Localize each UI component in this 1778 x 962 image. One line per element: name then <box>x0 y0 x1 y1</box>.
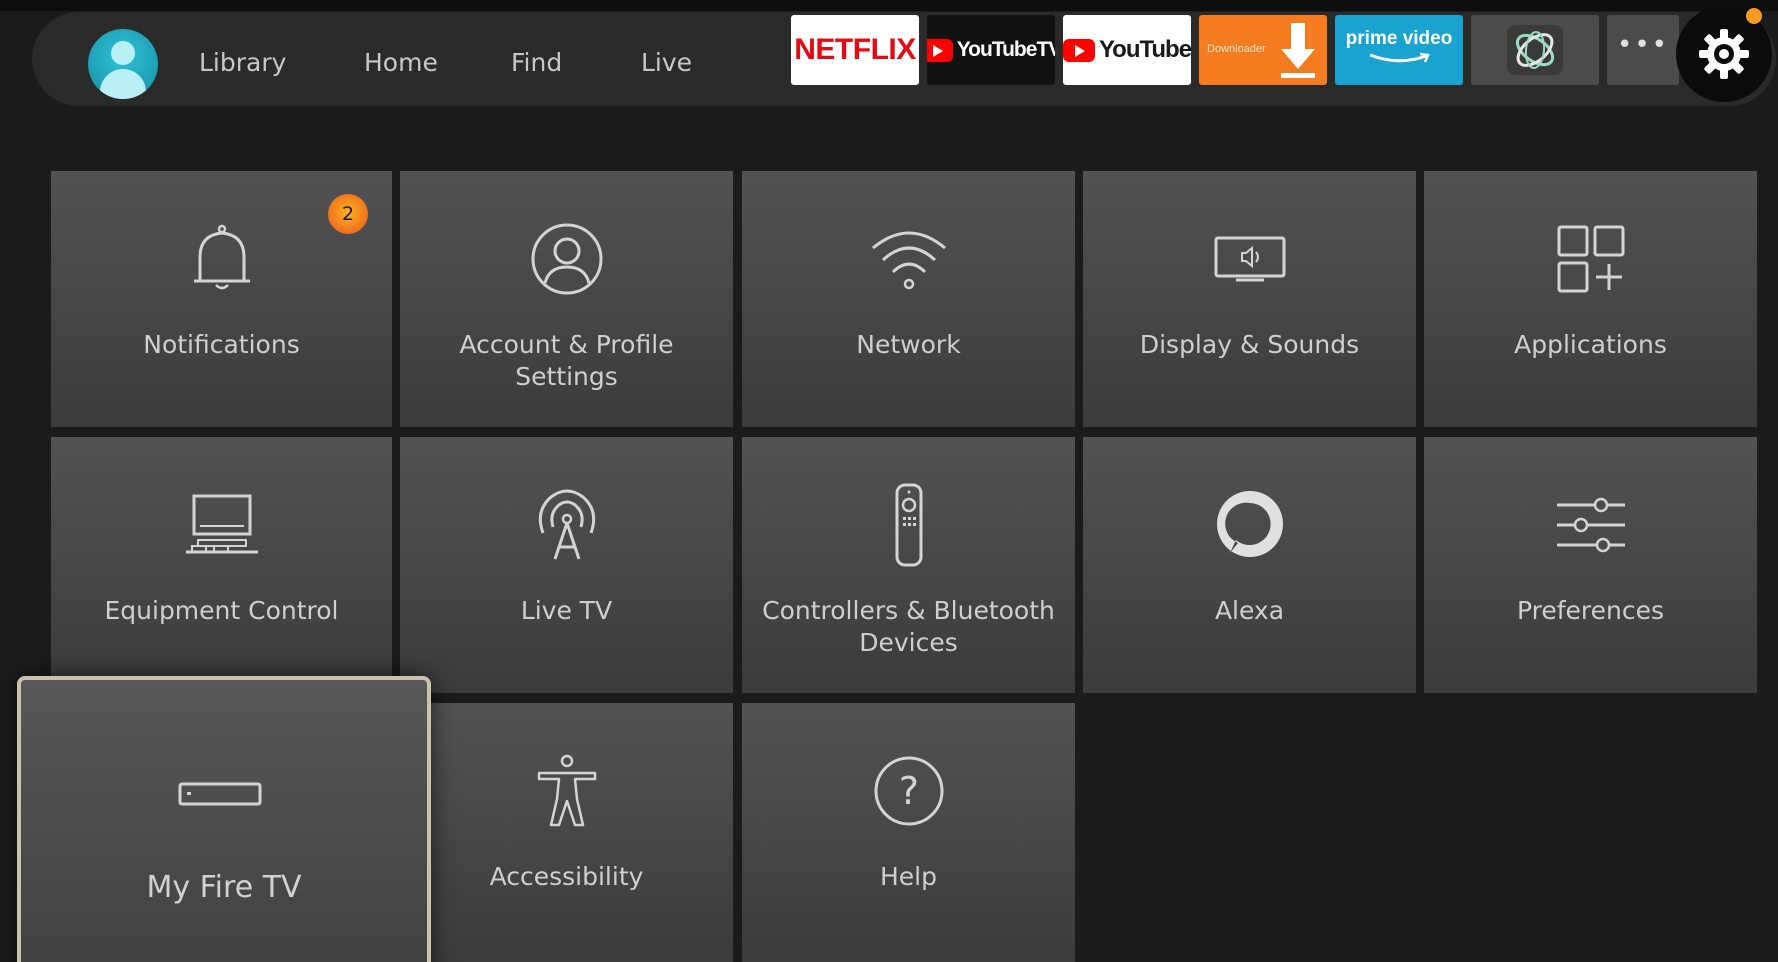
youtube-app-tile[interactable]: YouTube <box>1063 15 1191 85</box>
tile-label: My Fire TV <box>146 870 302 905</box>
alexa-ring-icon <box>1216 491 1283 557</box>
tile-label: Live TV <box>520 596 613 625</box>
more-icon: ••• <box>1616 30 1669 60</box>
tile-label: Network <box>856 330 961 359</box>
tile-help[interactable]: ? Help <box>742 703 1075 962</box>
tile-applications[interactable]: Applications <box>1424 171 1757 427</box>
nav-live[interactable]: Live <box>641 46 692 80</box>
tile-preferences[interactable]: Preferences <box>1424 437 1757 693</box>
applications-grid-icon <box>1557 225 1624 293</box>
prime-video-logo-text: prime video <box>1345 28 1453 49</box>
tv-speaker-icon <box>1214 236 1285 282</box>
tile-label: Alexa <box>1214 596 1285 625</box>
netflix-app-tile[interactable]: NETFLIX <box>791 15 919 85</box>
fire-tv-stick-icon <box>178 782 262 806</box>
user-profile-icon <box>531 223 602 295</box>
tile-equipment-control[interactable]: Equipment Control <box>51 437 392 693</box>
tile-my-fire-tv[interactable]: My Fire TV <box>17 676 431 962</box>
tile-controllers-bluetooth[interactable]: Controllers & Bluetooth Devices <box>742 437 1075 693</box>
tile-live-tv[interactable]: Live TV <box>400 437 733 693</box>
tile-label: Applications <box>1514 330 1667 359</box>
bell-icon <box>193 224 250 290</box>
tile-display-sounds[interactable]: Display & Sounds <box>1083 171 1416 427</box>
nav-library[interactable]: Library <box>199 46 286 80</box>
netflix-logo-text: NETFLIX <box>794 33 916 66</box>
profile-avatar-icon[interactable] <box>88 29 158 99</box>
knot-app-icon <box>1507 25 1563 75</box>
tile-label: Account & Profile Settings <box>459 330 674 391</box>
tile-label: Controllers & Bluetooth Devices <box>762 596 1055 657</box>
wifi-icon <box>871 231 946 290</box>
youtube-tv-logo-text: YouTubeTV <box>956 38 1055 61</box>
gear-icon <box>1699 29 1749 79</box>
tile-alexa[interactable]: Alexa <box>1083 437 1416 693</box>
notification-count-badge: 2 <box>328 194 368 234</box>
tile-label: Preferences <box>1516 596 1665 625</box>
tile-label: Notifications <box>143 330 300 359</box>
settings-alert-dot <box>1746 8 1762 24</box>
nav-home[interactable]: Home <box>364 46 438 80</box>
top-edge <box>0 0 1778 11</box>
prime-video-app-tile[interactable]: prime video <box>1335 15 1463 85</box>
broadcast-tower-icon <box>538 489 595 560</box>
tile-network[interactable]: Network <box>742 171 1075 427</box>
tile-label: Display & Sounds <box>1139 330 1360 359</box>
svg-text:?: ? <box>898 769 918 813</box>
help-question-icon: ? <box>874 756 943 826</box>
app-tile-knot[interactable] <box>1471 15 1599 85</box>
equipment-monitor-icon <box>185 494 258 554</box>
youtube-tv-app-tile[interactable]: YouTubeTV <box>927 15 1055 85</box>
tile-label: Accessibility <box>489 862 644 891</box>
tile-account-profile-settings[interactable]: Account & Profile Settings <box>400 171 733 427</box>
youtube-tv-play-icon <box>927 38 953 62</box>
accessibility-person-icon <box>537 754 596 827</box>
more-apps-tile[interactable]: ••• <box>1607 15 1679 85</box>
tile-label: Equipment Control <box>104 596 339 625</box>
remote-control-icon <box>895 483 922 567</box>
downloader-app-tile[interactable]: Downloader <box>1199 15 1327 85</box>
download-arrow-icon <box>1281 23 1315 78</box>
nav-find[interactable]: Find <box>511 46 562 80</box>
sliders-icon <box>1556 497 1625 553</box>
youtube-play-icon <box>1063 38 1095 62</box>
fire-tv-settings-screen: Library Home Find Live NETFLIX YouTubeTV… <box>0 0 1778 962</box>
youtube-logo-text: YouTube <box>1098 36 1191 63</box>
prime-smile-icon <box>1369 52 1430 63</box>
tile-accessibility[interactable]: Accessibility <box>400 703 733 962</box>
tile-label: Help <box>880 862 937 891</box>
